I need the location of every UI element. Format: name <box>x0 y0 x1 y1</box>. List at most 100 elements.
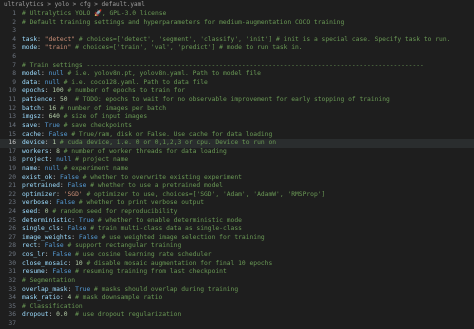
line-number: 20 <box>8 173 16 181</box>
code-line[interactable]: 35 # Classification <box>0 303 474 312</box>
line-number: 13 <box>8 113 16 121</box>
code-line[interactable]: 33 overlap_mask: True # masks should over… <box>0 286 474 295</box>
code-line[interactable]: 34 mask_ratio: 4 # mask downsample ratio <box>0 294 474 303</box>
code-text[interactable]: seed: 0 # random seed for reproducibilit… <box>22 208 177 215</box>
code-line[interactable]: 18 project: null # project name <box>0 156 474 165</box>
code-line[interactable]: 13 imgsz: 640 # size of input images <box>0 113 474 122</box>
code-text[interactable]: optimizer: 'SGD' # optimizer to use, cho… <box>22 191 325 198</box>
code-text[interactable]: rect: False # support rectangular traini… <box>22 242 181 249</box>
code-line[interactable]: 2 # Default training settings and hyperpa… <box>0 19 474 28</box>
line-number: 19 <box>8 164 16 172</box>
line-number: 25 <box>8 216 16 224</box>
line-number: 3 <box>12 27 16 35</box>
code-line[interactable]: 14 save: True # save checkpoints <box>0 122 474 131</box>
code-text[interactable]: mode: "train" # choices=['train', 'val',… <box>22 44 303 51</box>
code-line[interactable]: 1 # Ultralytics YOLO 🚀, GPL-3.0 license <box>0 10 474 19</box>
code-line[interactable]: 7 # Train settings ----------------------… <box>0 62 474 71</box>
code-editor[interactable]: 1 # Ultralytics YOLO 🚀, GPL-3.0 license 2 #… <box>0 10 474 329</box>
line-number: 7 <box>12 61 16 69</box>
code-text[interactable]: data: null # i.e. coco128.yaml. Path to … <box>22 79 208 86</box>
line-number: 32 <box>8 276 16 284</box>
code-line[interactable]: 6 <box>0 53 474 62</box>
code-text[interactable]: # Train settings -----------------------… <box>22 62 424 69</box>
code-text[interactable]: # Default training settings and hyperpar… <box>22 19 344 26</box>
line-number: 14 <box>8 121 16 129</box>
line-number: 27 <box>8 233 16 241</box>
line-number: 2 <box>12 18 16 26</box>
code-line[interactable]: 17 workers: 8 # number of worker threads … <box>0 148 474 157</box>
code-line[interactable]: 9 data: null # i.e. coco128.yaml. Path to… <box>0 79 474 88</box>
line-number: 4 <box>12 35 16 43</box>
breadcrumb[interactable]: ultralytics > yolo > cfg > default.yaml <box>0 0 474 10</box>
code-text[interactable]: patience: 50 # TODO: epochs to wait for … <box>22 96 390 103</box>
code-line[interactable]: 5 mode: "train" # choices=['train', 'val'… <box>0 44 474 53</box>
code-text[interactable]: pretrained: False # whether to use a pre… <box>22 182 223 189</box>
line-number: 37 <box>8 319 16 327</box>
code-line[interactable]: 32 # Segmentation <box>0 277 474 286</box>
code-text[interactable]: cache: False # True/ram, disk or False. … <box>22 131 272 138</box>
code-line[interactable]: 24 seed: 0 # random seed for reproducibil… <box>0 208 474 217</box>
code-text[interactable]: name: null # experiment name <box>22 165 128 172</box>
line-number: 31 <box>8 268 16 276</box>
code-text[interactable]: verbose: False # whether to print verbos… <box>22 199 204 206</box>
code-text[interactable]: single_cls: False # train multi-class da… <box>22 225 242 232</box>
line-number: 18 <box>8 156 16 164</box>
code-text[interactable]: resume: False # resuming training from l… <box>22 268 227 275</box>
code-line[interactable]: 29 cos_lr: False # use cosine learning ra… <box>0 251 474 260</box>
code-line[interactable]: 36 dropout: 0.0 # use dropout regularizat… <box>0 311 474 320</box>
code-line[interactable]: 12 batch: 16 # number of images per batch <box>0 105 474 114</box>
code-text[interactable]: close_mosaic: 10 # disable mosaic augmen… <box>22 260 272 267</box>
code-line[interactable]: 37 <box>0 320 474 329</box>
line-number: 10 <box>8 87 16 95</box>
code-line[interactable]: 4 task: "detect" # choices=['detect', 'se… <box>0 36 474 45</box>
code-line[interactable]: 30 close_mosaic: 10 # disable mosaic augm… <box>0 260 474 269</box>
line-number: 26 <box>8 225 16 233</box>
line-number: 24 <box>8 208 16 216</box>
code-line[interactable]: 15 cache: False # True/ram, disk or False… <box>0 131 474 140</box>
code-line[interactable]: 31 resume: False # resuming training from… <box>0 268 474 277</box>
code-line[interactable]: 8 model: null # i.e. yolov8n.pt, yolov8n.… <box>0 70 474 79</box>
code-text[interactable]: task: "detect" # choices=['detect', 'seg… <box>22 36 450 43</box>
code-text[interactable]: # Segmentation <box>22 277 75 284</box>
code-line[interactable]: 19 name: null # experiment name <box>0 165 474 174</box>
line-number: 11 <box>8 96 16 104</box>
code-text[interactable]: imgsz: 640 # size of input images <box>22 113 147 120</box>
code-line[interactable]: 25 deterministic: True # whether to enabl… <box>0 217 474 226</box>
code-line[interactable]: 10 epochs: 100 # number of epochs to trai… <box>0 87 474 96</box>
code-line[interactable]: 16 device: 1 # cuda device, i.e. 0 or 0,1… <box>0 139 474 148</box>
code-line[interactable]: 23 verbose: False # whether to print verb… <box>0 199 474 208</box>
code-text[interactable]: project: null # project name <box>22 156 128 163</box>
code-text[interactable]: model: null # i.e. yolov8n.pt, yolov8n.y… <box>22 70 261 77</box>
line-number: 17 <box>8 147 16 155</box>
code-text[interactable]: dropout: 0.0 # use dropout regularizatio… <box>22 311 181 318</box>
code-text[interactable]: overlap_mask: True # masks should overla… <box>22 286 238 293</box>
code-text[interactable]: # Ultralytics YOLO 🚀, GPL-3.0 license <box>22 10 166 17</box>
code-text[interactable]: mask_ratio: 4 # mask downsample ratio <box>22 294 162 301</box>
line-number: 8 <box>12 70 16 78</box>
line-number: 22 <box>8 190 16 198</box>
line-number: 5 <box>12 44 16 52</box>
code-text[interactable]: epochs: 100 # number of epochs to train … <box>22 87 185 94</box>
code-line[interactable]: 20 exist_ok: False # whether to overwrite… <box>0 174 474 183</box>
code-line[interactable]: 26 single_cls: False # train multi-class … <box>0 225 474 234</box>
code-text[interactable]: exist_ok: False # whether to overwrite e… <box>22 174 242 181</box>
code-text[interactable]: device: 1 # cuda device, i.e. 0 or 0,1,2… <box>22 139 276 146</box>
code-line[interactable]: 21 pretrained: False # whether to use a p… <box>0 182 474 191</box>
code-text[interactable]: # Classification <box>22 303 83 310</box>
line-number: 28 <box>8 242 16 250</box>
line-number: 15 <box>8 130 16 138</box>
code-text[interactable]: cos_lr: False # use cosine learning rate… <box>22 251 212 258</box>
line-number: 35 <box>8 302 16 310</box>
code-line[interactable]: 27 image_weights: False # use weighted im… <box>0 234 474 243</box>
code-text[interactable]: deterministic: True # whether to enable … <box>22 217 242 224</box>
code-text[interactable]: image_weights: False # use weighted imag… <box>22 234 265 241</box>
code-text[interactable]: workers: 8 # number of worker threads fo… <box>22 148 227 155</box>
code-line[interactable]: 11 patience: 50 # TODO: epochs to wait fo… <box>0 96 474 105</box>
code-line[interactable]: 3 <box>0 27 474 36</box>
code-line[interactable]: 22 optimizer: 'SGD' # optimizer to use, c… <box>0 191 474 200</box>
line-number: 6 <box>12 53 16 61</box>
code-text[interactable]: save: True # save checkpoints <box>22 122 132 129</box>
line-number: 16 <box>8 139 16 147</box>
code-text[interactable]: batch: 16 # number of images per batch <box>22 105 166 112</box>
code-line[interactable]: 28 rect: False # support rectangular trai… <box>0 242 474 251</box>
